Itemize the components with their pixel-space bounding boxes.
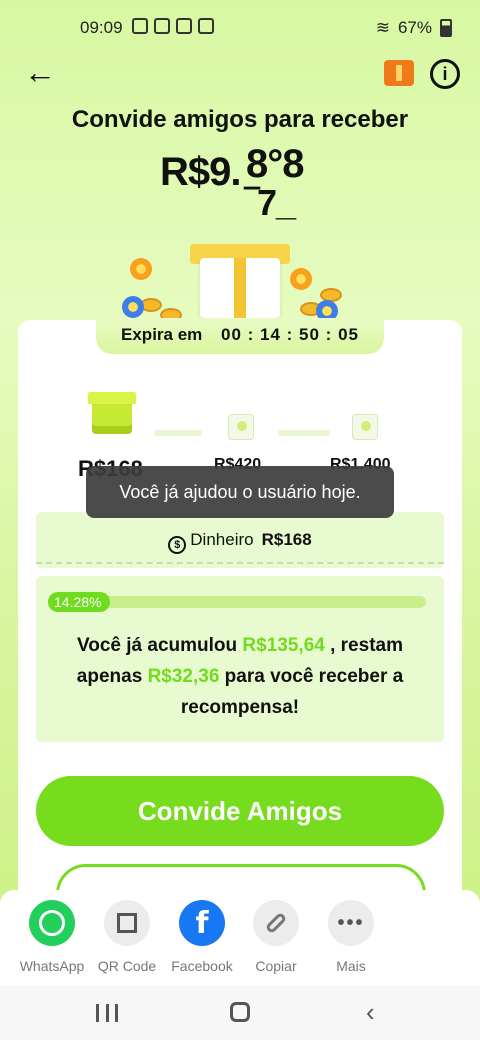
wifi-icon: ≋ xyxy=(375,18,390,37)
facebook-icon: f xyxy=(179,900,225,946)
expire-label: Expira em xyxy=(121,325,203,344)
locked-gift-icon xyxy=(352,414,378,440)
flower-icon xyxy=(130,258,152,280)
dashed-divider xyxy=(36,562,444,564)
amount-rolling-digits: 8°8 xyxy=(246,142,304,186)
toast-message: Você já ajudou o usuário hoje. xyxy=(86,466,394,518)
gift-box xyxy=(200,258,280,318)
step-connector xyxy=(154,430,202,436)
qr-code-icon xyxy=(104,900,150,946)
countdown-timer: 00 : 14 : 50 : 05 xyxy=(221,325,359,344)
notification-icon xyxy=(132,18,148,34)
amount-rolling-digits-next: ‾7_ xyxy=(246,182,296,223)
dollar-icon: $ xyxy=(168,536,187,554)
share-label-copy: Copiar xyxy=(255,958,297,974)
remaining-amount: R$32,36 xyxy=(147,666,220,687)
back-arrow-icon[interactable]: ← xyxy=(24,56,60,92)
share-copy[interactable]: Copiar xyxy=(236,900,316,974)
gift-illustration xyxy=(120,238,360,328)
status-right: ≋ 67% xyxy=(376,18,452,38)
share-label-facebook: Facebook xyxy=(171,958,233,974)
battery-icon xyxy=(440,19,452,37)
gift-box-icon xyxy=(88,392,136,434)
notification-icons xyxy=(132,18,214,34)
notification-icon xyxy=(154,18,170,34)
amount-prefix: R$9. xyxy=(160,150,241,194)
share-label-qr: QR Code xyxy=(97,958,157,974)
progress-message: Você já acumulou R$135,64 , restam apena… xyxy=(50,630,430,723)
cash-label: Dinheiro xyxy=(190,530,254,549)
share-qr-code[interactable]: QR Code xyxy=(87,900,167,974)
accumulated-amount: R$135,64 xyxy=(242,635,325,656)
status-time: 09:09 xyxy=(80,18,123,37)
msg-text-1: Você já acumulou xyxy=(77,635,243,656)
cash-value: R$168 xyxy=(261,530,312,549)
whatsapp-icon xyxy=(29,900,75,946)
locked-gift-icon xyxy=(228,414,254,440)
share-facebook[interactable]: f Facebook xyxy=(162,900,242,974)
more-icon: ••• xyxy=(328,900,374,946)
back-chevron-icon[interactable]: ‹ xyxy=(366,999,375,1025)
recents-icon[interactable] xyxy=(96,1004,118,1022)
reward-amount: R$9. 8°8 ‾7_ xyxy=(160,142,304,223)
share-whatsapp[interactable]: WhatsApp xyxy=(12,900,92,974)
app-screen: 09:09 ≋ 67% ← i Convide amigos para rece… xyxy=(0,0,480,1040)
flower-icon xyxy=(122,296,144,318)
home-icon[interactable] xyxy=(230,1002,250,1022)
step-connector xyxy=(278,430,330,436)
cash-row: $ Dinheiro R$168 xyxy=(36,530,444,554)
system-nav-bar: ‹ xyxy=(0,986,480,1040)
share-label-whatsapp: WhatsApp xyxy=(19,958,85,974)
flower-icon xyxy=(290,268,312,290)
ticket-icon[interactable] xyxy=(384,60,414,86)
share-label-more: Mais xyxy=(336,958,366,974)
share-sheet: WhatsApp QR Code f Facebook Copiar ••• M… xyxy=(0,890,480,986)
link-icon xyxy=(253,900,299,946)
status-bar: 09:09 ≋ 67% xyxy=(0,0,480,56)
battery-percent: 67% xyxy=(397,18,432,37)
notification-icon xyxy=(198,18,214,34)
cash-reward-box: $ Dinheiro R$168 xyxy=(36,512,444,568)
notification-icon xyxy=(176,18,192,34)
expire-banner: Expira em 00 : 14 : 50 : 05 xyxy=(96,318,384,354)
info-icon[interactable]: i xyxy=(430,59,460,89)
invite-friends-button[interactable]: Convide Amigos xyxy=(36,776,444,846)
share-more[interactable]: ••• Mais xyxy=(311,900,391,974)
page-title: Convide amigos para receber xyxy=(71,106,409,133)
progress-fill: 14.28% xyxy=(48,592,110,612)
